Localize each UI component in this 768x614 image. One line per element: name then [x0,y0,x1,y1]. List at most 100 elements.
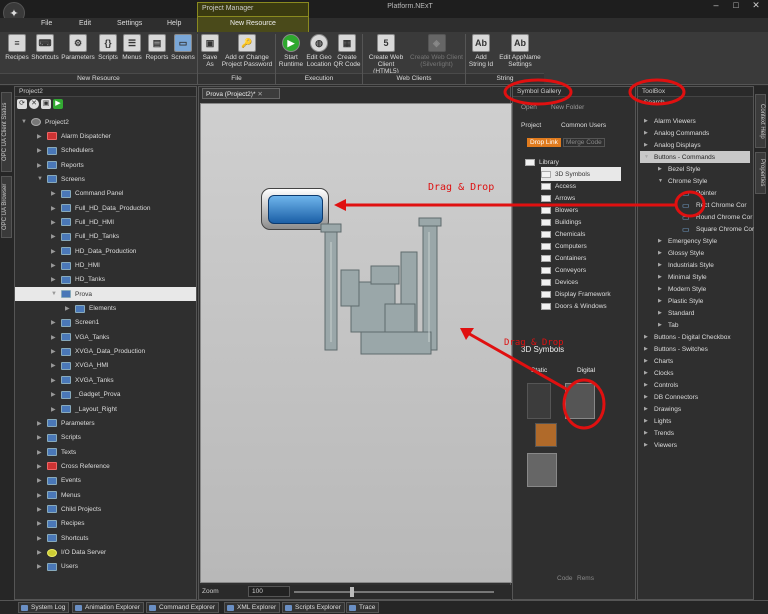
tree-item[interactable]: ▶ Parameters [37,416,95,430]
toolbox-item[interactable]: ▶ Drawings [644,403,681,415]
screen-canvas[interactable] [200,103,512,583]
3d-plant-symbol[interactable] [311,212,471,372]
toolbox-item[interactable]: ▭ Pointer [682,187,717,199]
scripts-button[interactable]: {} Scripts [96,34,120,61]
expand-toggle-icon[interactable]: ▶ [37,434,44,441]
screens-button[interactable]: ▭ Screens [170,34,196,61]
expand-toggle-icon[interactable]: ▶ [37,162,44,169]
toolbox-item[interactable]: ▶ Standard [658,307,694,319]
tree-item[interactable]: ▶ Alarm Dispatcher [37,129,111,143]
parameters-button[interactable]: ⚙ Parameters [60,34,96,61]
toolbox-item[interactable]: ▶ Alarm Viewers [644,115,696,127]
tree-item[interactable]: ▶ Full_HD_Data_Production [51,201,151,215]
expand-toggle-icon[interactable]: ▶ [37,477,44,484]
tree-item[interactable]: ▶ _Layout_Right [51,402,117,416]
expand-toggle-icon[interactable]: ▶ [51,348,58,355]
expand-toggle-icon[interactable]: ▶ [37,535,44,542]
toolbox-item[interactable]: ▶ Industrials Style [658,259,714,271]
toolbox-item[interactable]: ▭ Rect Chrome Cor [682,199,747,211]
reports-button[interactable]: ▤ Reports [144,34,170,61]
toolbox-item[interactable]: ▭ Square Chrome Cor [682,223,754,235]
tab-context-help[interactable]: Context Help [755,94,766,148]
tab-static[interactable]: Static [521,367,547,374]
toolbox-item[interactable]: ▼ Chrome Style [658,175,707,187]
expand-toggle-icon[interactable]: ▼ [51,291,58,297]
tree-item[interactable]: ▶ VGA_Tanks [51,330,109,344]
tab-xml-explorer[interactable]: XML Explorer [224,602,281,613]
tree-item[interactable]: ▶ Users [37,560,78,574]
expand-toggle-icon[interactable]: ▶ [37,563,44,570]
stop-icon[interactable]: ✕ [29,99,39,109]
tree-item[interactable]: ▶ Scripts [37,431,81,445]
tab-scripts-explorer[interactable]: Scripts Explorer [282,602,345,613]
expand-toggle-icon[interactable]: ▶ [37,549,44,556]
toolbox-item[interactable]: ▶ Analog Displays [644,139,701,151]
expand-toggle-icon[interactable]: ▶ [51,276,58,283]
tab-command-explorer[interactable]: Command Explorer [146,602,219,613]
merge-code-button[interactable]: Merge Code [563,138,605,147]
toolbox-item[interactable]: ▶ Charts [644,355,673,367]
toolbox-search-tab[interactable]: Search [644,99,665,106]
toolbox-item[interactable]: ▶ Buttons - Switches [644,343,708,355]
tab-system-log[interactable]: System Log [18,602,70,613]
expand-toggle-icon[interactable]: ▶ [37,492,44,499]
expand-toggle-icon[interactable]: ▶ [51,406,58,413]
toolbox-item[interactable]: ▶ Modern Style [658,283,706,295]
zoom-slider[interactable] [294,591,494,593]
tab-digital[interactable]: Digital [567,367,595,374]
tree-item[interactable]: ▶ Shortcuts [37,531,88,545]
toolbox-item[interactable]: ▶ Clocks [644,367,674,379]
menu-file[interactable]: File [41,20,52,27]
expand-toggle-icon[interactable]: ▼ [21,119,28,125]
expand-toggle-icon[interactable]: ▶ [65,305,72,312]
drop-link-button[interactable]: Drop Link [527,138,561,147]
edit-appname-settings-button[interactable]: Ab Edit AppName Settings [497,34,543,68]
expand-toggle-icon[interactable]: ▶ [37,133,44,140]
create-qr-code-button[interactable]: ▦ Create QR Code [333,34,361,68]
toolbox-item[interactable]: ▶ Buttons - Digital Checkbox [644,331,731,343]
toolbox-item[interactable]: ▶ Plastic Style [658,295,703,307]
tree-item[interactable]: ▶ Cross Reference [37,459,110,473]
expand-toggle-icon[interactable]: ▶ [51,391,58,398]
tree-item[interactable]: ▶ Recipes [37,517,84,531]
add-string-id-button[interactable]: Ab Add String Id [467,34,495,68]
close-tab-icon[interactable]: ✕ [257,91,262,98]
tab-properties[interactable]: Properties [755,152,766,194]
tab-project[interactable]: Project [521,122,541,129]
tree-item[interactable]: ▶ Schedulers [37,144,94,158]
toolbox-item[interactable]: ▶ Glossy Style [658,247,704,259]
menus-button[interactable]: ☰ Menus [120,34,144,61]
run-icon[interactable]: ▶ [53,99,63,109]
tree-item[interactable]: ▼ Project2 [21,115,69,129]
refresh-icon[interactable]: ⟳ [17,99,27,109]
tree-item[interactable]: ▶ Menus [37,488,81,502]
expand-toggle-icon[interactable]: ▶ [51,362,58,369]
new-folder-button[interactable]: New Folder [551,104,584,111]
tree-item[interactable]: ▶ Screen1 [51,316,99,330]
recipes-button[interactable]: ≡ Recipes [4,34,30,61]
expand-toggle-icon[interactable]: ▶ [51,219,58,226]
symbol-thumbnail[interactable] [535,423,557,447]
tree-item[interactable]: ▶ XVGA_HMI [51,359,109,373]
tree-item[interactable]: ▶ Command Panel [51,187,123,201]
minimize-button[interactable]: – [706,0,726,16]
expand-toggle-icon[interactable]: ▶ [37,147,44,154]
tree-item[interactable]: ▶ XVGA_Data_Production [51,345,145,359]
tree-item[interactable]: ▼ Prova [15,287,196,302]
toolbox-item[interactable]: ▶ Controls [644,379,678,391]
tab-opc-ua-client-status[interactable]: OPC UA Client Status [1,92,12,172]
tree-item[interactable]: ▶ Full_HD_Tanks [51,230,119,244]
toolbox-item[interactable]: ▶ DB Connectors [644,391,698,403]
start-runtime-button[interactable]: ▶ Start Runtime [277,34,305,68]
toolbox-item[interactable]: ▶ Analog Commands [644,127,709,139]
symbol-thumbnail-plant[interactable] [565,383,595,419]
close-window-button[interactable]: ✕ [746,0,766,16]
expand-toggle-icon[interactable]: ▼ [37,176,44,182]
expand-toggle-icon[interactable]: ▶ [51,262,58,269]
expand-toggle-icon[interactable]: ▶ [37,506,44,513]
tab-common-users[interactable]: Common Users [561,122,606,129]
create-web-client-html5-button[interactable]: 5 Create Web Client (HTML5) [364,34,408,75]
tree-item[interactable]: ▶ Child Projects [37,502,101,516]
tab-opc-ua-browser[interactable]: OPC UA Browser [1,176,12,238]
zoom-value[interactable]: 100 [248,586,290,597]
